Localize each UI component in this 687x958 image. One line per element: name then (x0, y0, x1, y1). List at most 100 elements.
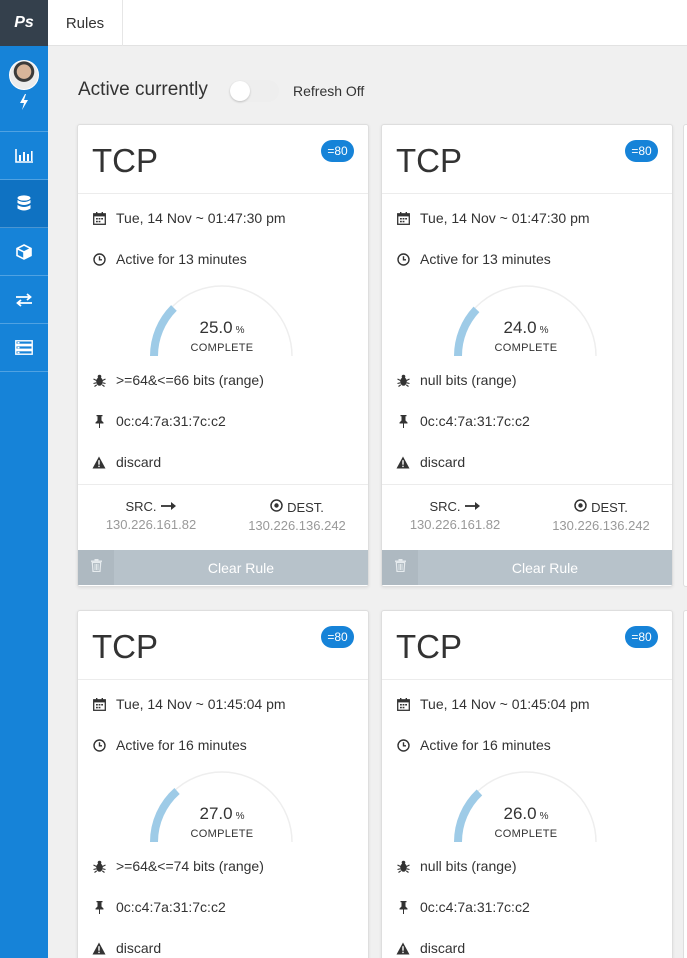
progress-label: COMPLETE (190, 342, 254, 354)
rule-mac: 0c:c4:7a:31:7c:c2 (116, 899, 226, 915)
trash-icon (394, 558, 406, 577)
action-row: discard (396, 940, 465, 956)
port-badge: =80 (625, 140, 658, 162)
clock-icon (92, 252, 106, 266)
progress-gauge: 26.0% COMPLETE (451, 769, 601, 849)
calendar-icon (396, 697, 410, 711)
bits-row: null bits (range) (396, 372, 517, 388)
delete-button[interactable] (382, 550, 418, 585)
clock-icon (92, 738, 106, 752)
rule-duration: Active for 16 minutes (116, 737, 247, 753)
rule-date: Tue, 14 Nov ~ 01:47:30 pm (116, 210, 286, 226)
mac-row: 0c:c4:7a:31:7c:c2 (396, 413, 530, 429)
calendar-icon (396, 211, 410, 225)
rule-action: discard (116, 940, 162, 956)
date-row: Tue, 14 Nov ~ 01:45:04 pm (92, 696, 286, 712)
warning-icon (396, 456, 410, 469)
port-badge: =80 (321, 626, 354, 648)
date-row: Tue, 14 Nov ~ 01:45:04 pm (396, 696, 590, 712)
progress-label: COMPLETE (494, 828, 558, 840)
refresh-label: Refresh Off (293, 83, 365, 99)
rule-duration: Active for 13 minutes (420, 251, 551, 267)
endpoints-section: SRC. 130.226.161.82 DEST. 130.226.136.24… (382, 484, 672, 550)
profile-section (0, 46, 48, 132)
mac-row: 0c:c4:7a:31:7c:c2 (396, 899, 530, 915)
database-icon (17, 195, 31, 212)
rule-card: TCP =80 Tue, 14 Nov ~ 01:45:04 pm Active… (381, 610, 673, 958)
dest-endpoint: DEST. 130.226.136.242 (528, 499, 672, 533)
src-label: SRC. (429, 499, 461, 514)
action-row: discard (92, 940, 161, 956)
tab-rules[interactable]: Rules (48, 0, 123, 46)
calendar-icon (92, 697, 106, 711)
date-row: Tue, 14 Nov ~ 01:47:30 pm (396, 210, 590, 226)
clear-rule-button[interactable]: Clear Rule (418, 550, 672, 585)
protocol-label: TCP (396, 142, 462, 179)
sidebar-item-servers[interactable] (0, 324, 48, 372)
target-icon (574, 499, 587, 515)
warning-icon (92, 942, 106, 955)
progress-unit: % (235, 811, 245, 822)
delete-button[interactable] (78, 550, 114, 585)
clock-icon (396, 252, 410, 266)
duration-row: Active for 16 minutes (396, 737, 551, 753)
warning-icon (92, 456, 106, 469)
user-avatar[interactable] (9, 60, 39, 90)
sidebar-item-database[interactable] (0, 180, 48, 228)
dest-label: DEST. (287, 499, 324, 515)
date-row: Tue, 14 Nov ~ 01:47:30 pm (92, 210, 286, 226)
sidebar-item-transfers[interactable] (0, 276, 48, 324)
rule-duration: Active for 13 minutes (116, 251, 247, 267)
progress-gauge: 24.0% COMPLETE (451, 283, 601, 363)
bits-row: >=64&<=74 bits (range) (92, 858, 264, 874)
progress-number: 26.0 (503, 804, 537, 823)
bug-icon (396, 860, 410, 873)
tab-rules-label: Rules (65, 14, 105, 32)
clear-rule-button[interactable]: Clear Rule (114, 550, 368, 585)
rule-date: Tue, 14 Nov ~ 01:45:04 pm (116, 696, 286, 712)
rule-card: TCP =80 Tue, 14 Nov ~ 01:47:30 pm Active… (381, 124, 673, 587)
progress-value: 25.0% (147, 318, 297, 338)
arrow-right-icon (160, 499, 177, 514)
bug-icon (92, 374, 106, 387)
progress-unit: % (539, 325, 549, 336)
partial-card-edge (683, 610, 687, 958)
bug-icon (396, 374, 410, 387)
card-header: TCP =80 (78, 125, 368, 194)
card-header: TCP =80 (78, 611, 368, 680)
progress-gauge: 27.0% COMPLETE (147, 769, 297, 849)
rule-mac: 0c:c4:7a:31:7c:c2 (420, 899, 530, 915)
trash-icon (90, 558, 102, 577)
sidebar-item-statistics[interactable] (0, 132, 48, 180)
port-badge: =80 (321, 140, 354, 162)
pin-icon (396, 900, 410, 914)
refresh-toggle[interactable] (229, 80, 279, 102)
src-label: SRC. (125, 499, 157, 514)
rule-duration: Active for 16 minutes (420, 737, 551, 753)
rule-card: TCP =80 Tue, 14 Nov ~ 01:47:30 pm Active… (77, 124, 369, 587)
card-header: TCP =80 (382, 611, 672, 680)
source-endpoint: SRC. 130.226.161.82 (78, 499, 224, 532)
dest-label: DEST. (591, 499, 628, 515)
rule-mac: 0c:c4:7a:31:7c:c2 (116, 413, 226, 429)
rule-bits: >=64&<=74 bits (range) (116, 858, 264, 874)
action-row: discard (92, 454, 161, 470)
progress-gauge: 25.0% COMPLETE (147, 283, 297, 363)
rule-action: discard (116, 454, 162, 470)
progress-value: 24.0% (451, 318, 601, 338)
bolt-icon[interactable] (19, 94, 29, 113)
partial-card-edge (683, 124, 687, 587)
calendar-icon (92, 211, 106, 225)
rule-bits: >=64&<=66 bits (range) (116, 372, 264, 388)
dest-ip: 130.226.136.242 (552, 518, 650, 533)
duration-row: Active for 16 minutes (92, 737, 247, 753)
progress-number: 25.0 (199, 318, 233, 337)
pin-icon (396, 414, 410, 428)
toggle-knob (230, 81, 250, 101)
app-logo[interactable]: Ps (0, 0, 48, 46)
progress-value: 27.0% (147, 804, 297, 824)
card-header: TCP =80 (382, 125, 672, 194)
progress-label: COMPLETE (190, 828, 254, 840)
sidebar-item-packages[interactable] (0, 228, 48, 276)
logo-text: Ps (14, 14, 34, 31)
